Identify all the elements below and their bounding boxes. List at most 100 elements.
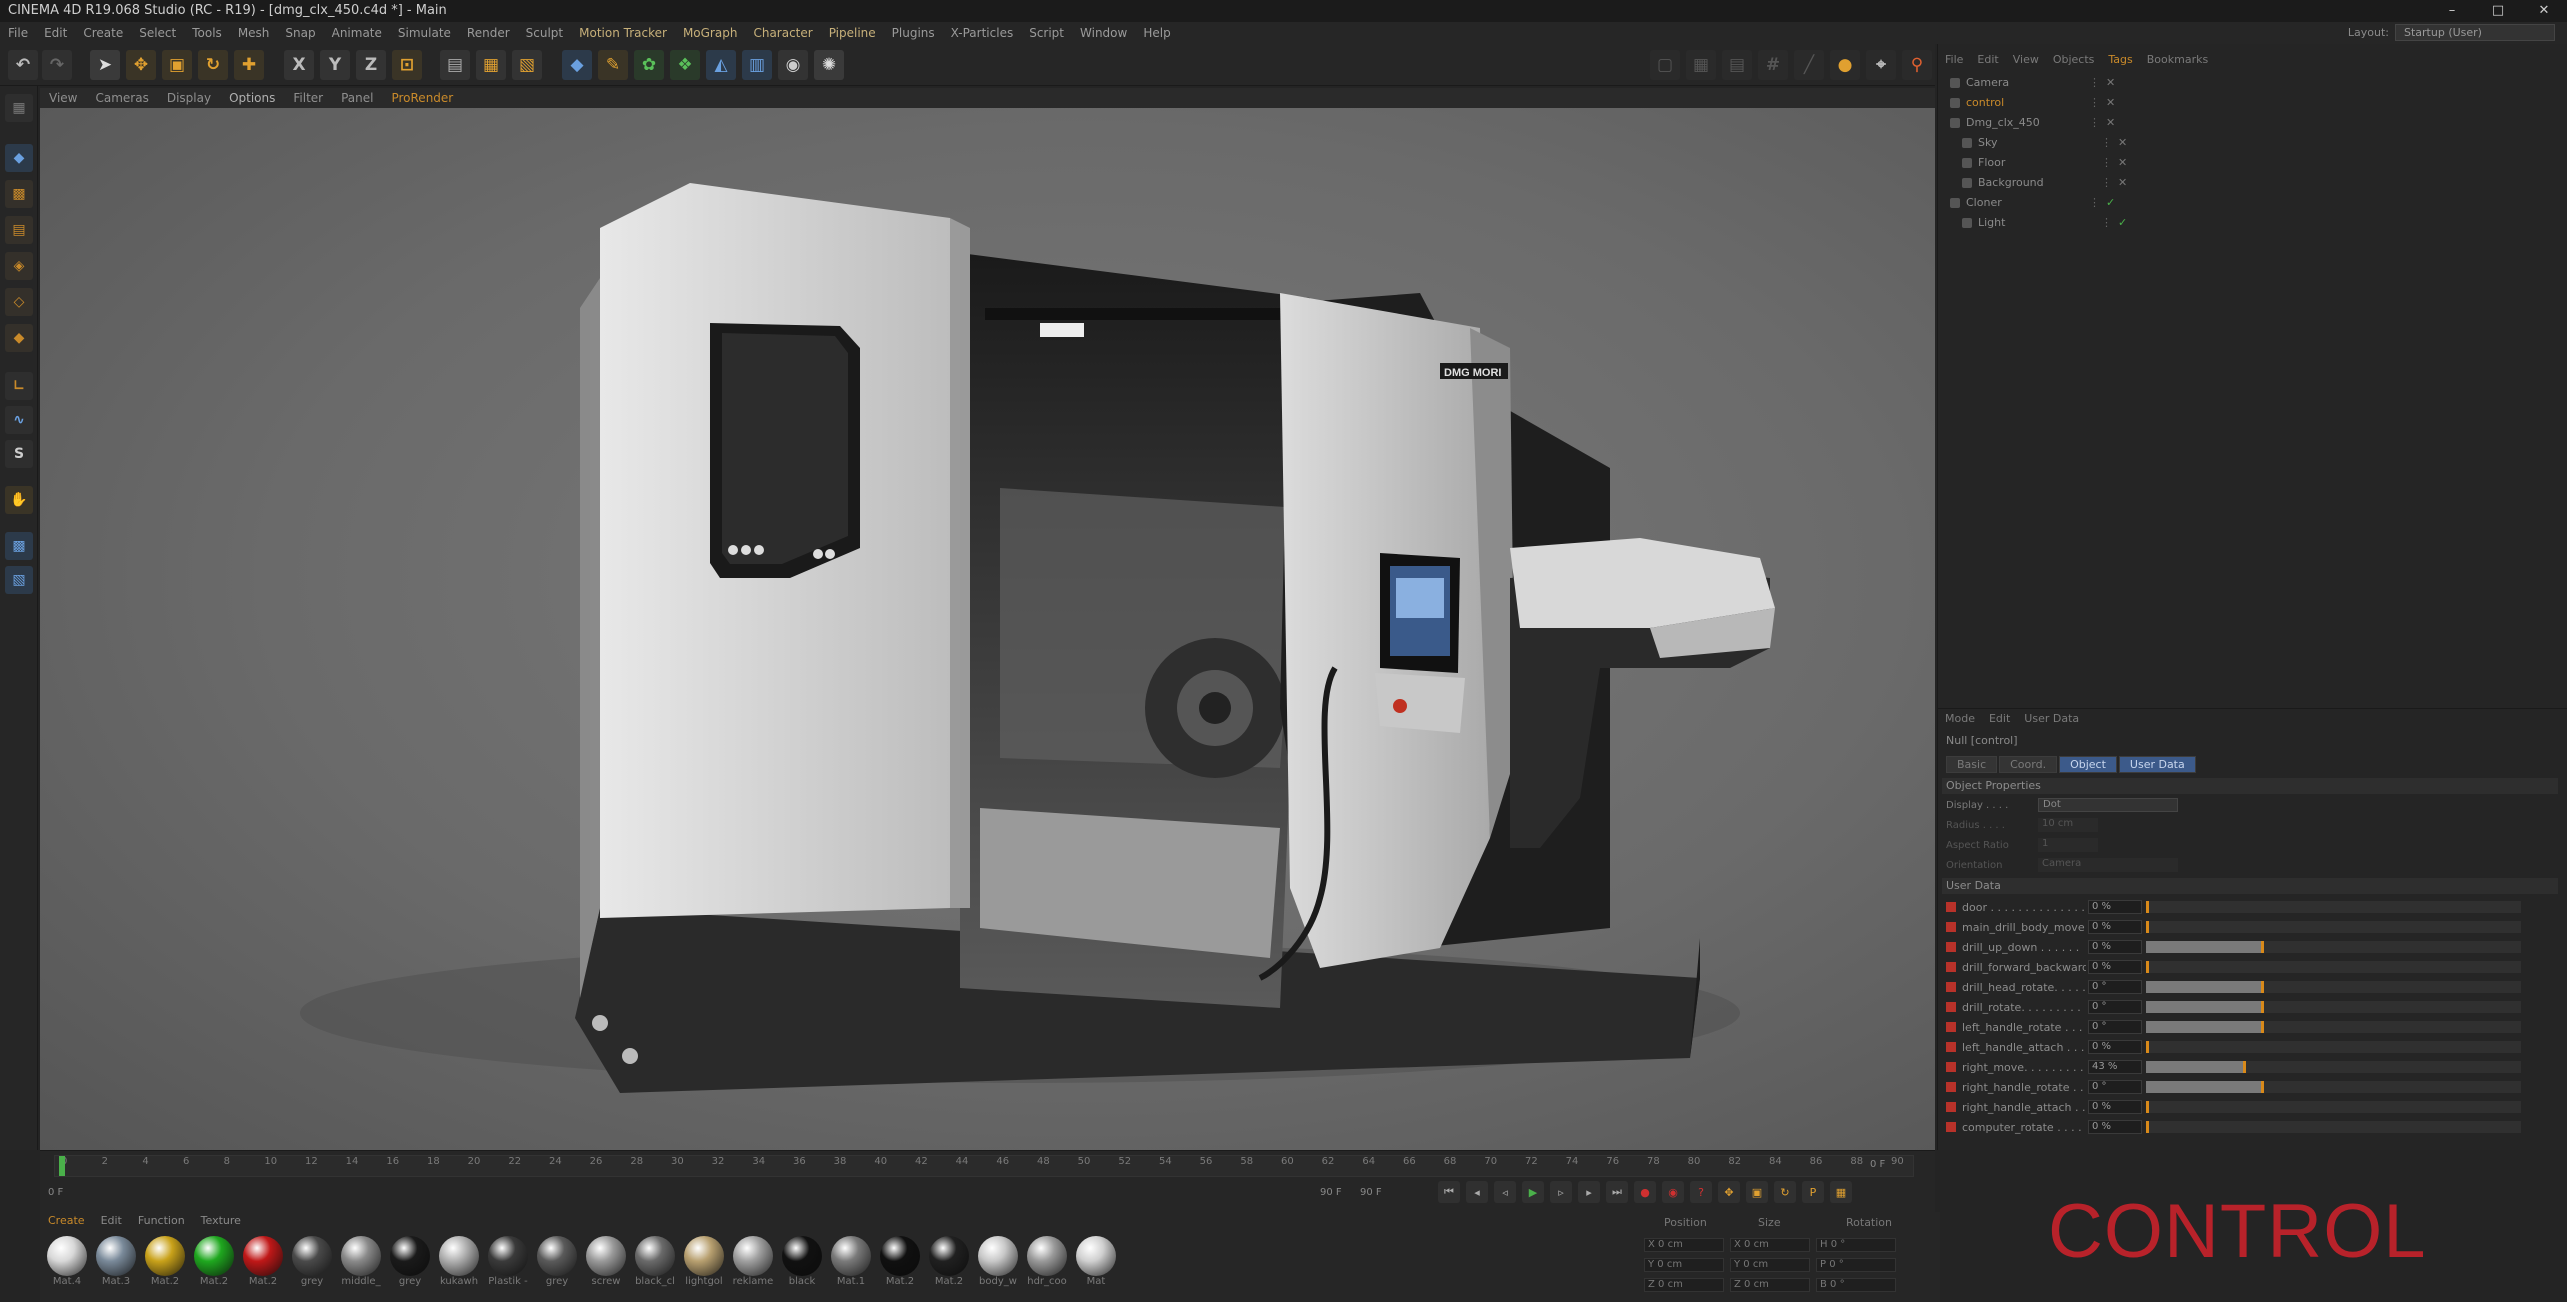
play-icon[interactable]: ▶ <box>1522 1181 1544 1203</box>
axis-y-button[interactable]: Y <box>320 50 350 80</box>
object-menu-edit[interactable]: Edit <box>1970 53 2005 66</box>
user-data-slider[interactable] <box>2146 981 2521 993</box>
material-swatch[interactable]: Mat.2 <box>191 1236 237 1296</box>
menu-select[interactable]: Select <box>131 26 184 40</box>
material-swatch[interactable]: Mat.1 <box>828 1236 874 1296</box>
user-data-value-field[interactable]: 0 ° <box>2088 1000 2142 1014</box>
object-row[interactable]: Floor ⋮ ✕ <box>1950 154 2550 172</box>
deformer-icon[interactable]: ◭ <box>706 50 736 80</box>
keyframe-icon[interactable] <box>1946 942 1956 952</box>
checker-icon[interactable]: ▩ <box>5 532 33 560</box>
material-swatch[interactable]: Plastik - <box>485 1236 531 1296</box>
keyframe-icon[interactable] <box>1946 1122 1956 1132</box>
texture-mode-icon[interactable]: ▩ <box>5 180 33 208</box>
next-key-icon[interactable]: ▸ <box>1578 1181 1600 1203</box>
material-swatch[interactable]: grey <box>534 1236 580 1296</box>
current-frame-field[interactable]: 0 F <box>48 1187 63 1198</box>
user-data-value-field[interactable]: 0 % <box>2088 1120 2142 1134</box>
user-data-slider[interactable] <box>2146 1101 2521 1113</box>
visibility-icon[interactable]: ⋮ <box>2089 94 2100 112</box>
slider-knob[interactable] <box>2146 1041 2149 1053</box>
keyframe-selection-icon[interactable]: ? <box>1690 1181 1712 1203</box>
axis-z-button[interactable]: Z <box>356 50 386 80</box>
user-data-slider[interactable] <box>2146 961 2521 973</box>
select-tool-icon[interactable]: ➤ <box>90 50 120 80</box>
user-data-slider[interactable] <box>2146 1081 2521 1093</box>
user-data-value-field[interactable]: 0 % <box>2088 1100 2142 1114</box>
polygons-mode-icon[interactable]: ◆ <box>5 324 33 352</box>
position-y-field[interactable]: Y 0 cm <box>1644 1258 1724 1272</box>
viewport-menu-prorender[interactable]: ProRender <box>382 91 462 105</box>
viewport-menu-view[interactable]: View <box>40 91 86 105</box>
grid-icon[interactable]: # <box>1758 50 1788 80</box>
menu-plugins[interactable]: Plugins <box>884 26 943 40</box>
slider-knob[interactable] <box>2146 1101 2149 1113</box>
user-data-slider[interactable] <box>2146 941 2521 953</box>
menu-snap[interactable]: Snap <box>277 26 323 40</box>
object-menu-view[interactable]: View <box>2006 53 2046 66</box>
tab-coord[interactable]: Coord. <box>1999 756 2058 773</box>
position-z-field[interactable]: Z 0 cm <box>1644 1278 1724 1292</box>
subdivision-icon[interactable]: ✿ <box>634 50 664 80</box>
timeline-ruler[interactable]: 0246810121416182022242628303234363840424… <box>54 1155 1914 1177</box>
slider-knob[interactable] <box>2146 1121 2149 1133</box>
param-key-icon[interactable]: P <box>1802 1181 1824 1203</box>
material-swatch[interactable]: Mat.2 <box>877 1236 923 1296</box>
material-swatch[interactable]: grey <box>387 1236 433 1296</box>
knife-icon[interactable]: ╱ <box>1794 50 1824 80</box>
cube-icon[interactable]: ◆ <box>562 50 592 80</box>
menu-mesh[interactable]: Mesh <box>230 26 278 40</box>
material-swatch[interactable]: Mat.2 <box>926 1236 972 1296</box>
scale-tool-icon[interactable]: ▣ <box>162 50 192 80</box>
menu-tools[interactable]: Tools <box>184 26 230 40</box>
enable-check-icon[interactable]: ✕ <box>2106 114 2115 132</box>
tab-object[interactable]: Object <box>2059 756 2117 773</box>
slider-knob[interactable] <box>2261 941 2265 953</box>
playhead[interactable] <box>59 1156 65 1176</box>
search-icon[interactable]: ⚲ <box>1902 50 1932 80</box>
material-swatch[interactable]: screw <box>583 1236 629 1296</box>
menu-animate[interactable]: Animate <box>324 26 390 40</box>
snap-mode-icon[interactable]: S <box>5 440 33 468</box>
user-data-slider[interactable] <box>2146 1021 2521 1033</box>
user-data-value-field[interactable]: 0 % <box>2088 940 2142 954</box>
keyframe-icon[interactable] <box>1946 1102 1956 1112</box>
rotation-h-field[interactable]: H 0 ° <box>1816 1238 1896 1252</box>
keyframe-icon[interactable] <box>1946 902 1956 912</box>
menu-mograph[interactable]: MoGraph <box>675 26 746 40</box>
user-data-value-field[interactable]: 0 ° <box>2088 980 2142 994</box>
object-row[interactable]: Light ⋮ ✓ <box>1950 214 2550 232</box>
material-swatch[interactable]: body_w <box>975 1236 1021 1296</box>
move-tool-icon[interactable]: ✥ <box>126 50 156 80</box>
object-row[interactable]: Dmg_clx_450 ⋮ ✕ <box>1950 114 2550 132</box>
user-data-value-field[interactable]: 0 % <box>2088 900 2142 914</box>
sculpt-icon[interactable]: ✋ <box>5 486 33 514</box>
viewport-menu-options[interactable]: Options <box>220 91 284 105</box>
menu-create[interactable]: Create <box>75 26 131 40</box>
material-swatch[interactable]: Mat.3 <box>93 1236 139 1296</box>
menu-x-particles[interactable]: X-Particles <box>943 26 1022 40</box>
enable-check-icon[interactable]: ✕ <box>2118 154 2127 172</box>
menu-motion-tracker[interactable]: Motion Tracker <box>571 26 675 40</box>
rotate-tool-icon[interactable]: ↻ <box>198 50 228 80</box>
visibility-icon[interactable]: ⋮ <box>2089 74 2100 92</box>
material-menu-create[interactable]: Create <box>40 1212 93 1229</box>
keyframe-icon[interactable] <box>1946 1082 1956 1092</box>
material-swatch[interactable]: black <box>779 1236 825 1296</box>
enable-check-icon[interactable]: ✕ <box>2106 74 2115 92</box>
position-x-field[interactable]: X 0 cm <box>1644 1238 1724 1252</box>
rotation-b-field[interactable]: B 0 ° <box>1816 1278 1896 1292</box>
user-data-slider[interactable] <box>2146 1001 2521 1013</box>
keyframe-icon[interactable] <box>1946 1002 1956 1012</box>
keyframe-icon[interactable] <box>1946 1022 1956 1032</box>
coordinate-axes-icon[interactable]: ⌖ <box>1866 50 1896 80</box>
keyframe-icon[interactable] <box>1946 982 1956 992</box>
go-to-start-icon[interactable]: ⏮ <box>1438 1181 1460 1203</box>
user-data-value-field[interactable]: 0 % <box>2088 1040 2142 1054</box>
pen-icon[interactable]: ✎ <box>598 50 628 80</box>
material-swatch[interactable]: middle_ <box>338 1236 384 1296</box>
redo-icon[interactable]: ↷ <box>42 50 72 80</box>
close-button[interactable]: ✕ <box>2521 0 2567 22</box>
display-dropdown[interactable]: Dot <box>2038 798 2178 812</box>
object-row[interactable]: control ⋮ ✕ <box>1950 94 2550 112</box>
